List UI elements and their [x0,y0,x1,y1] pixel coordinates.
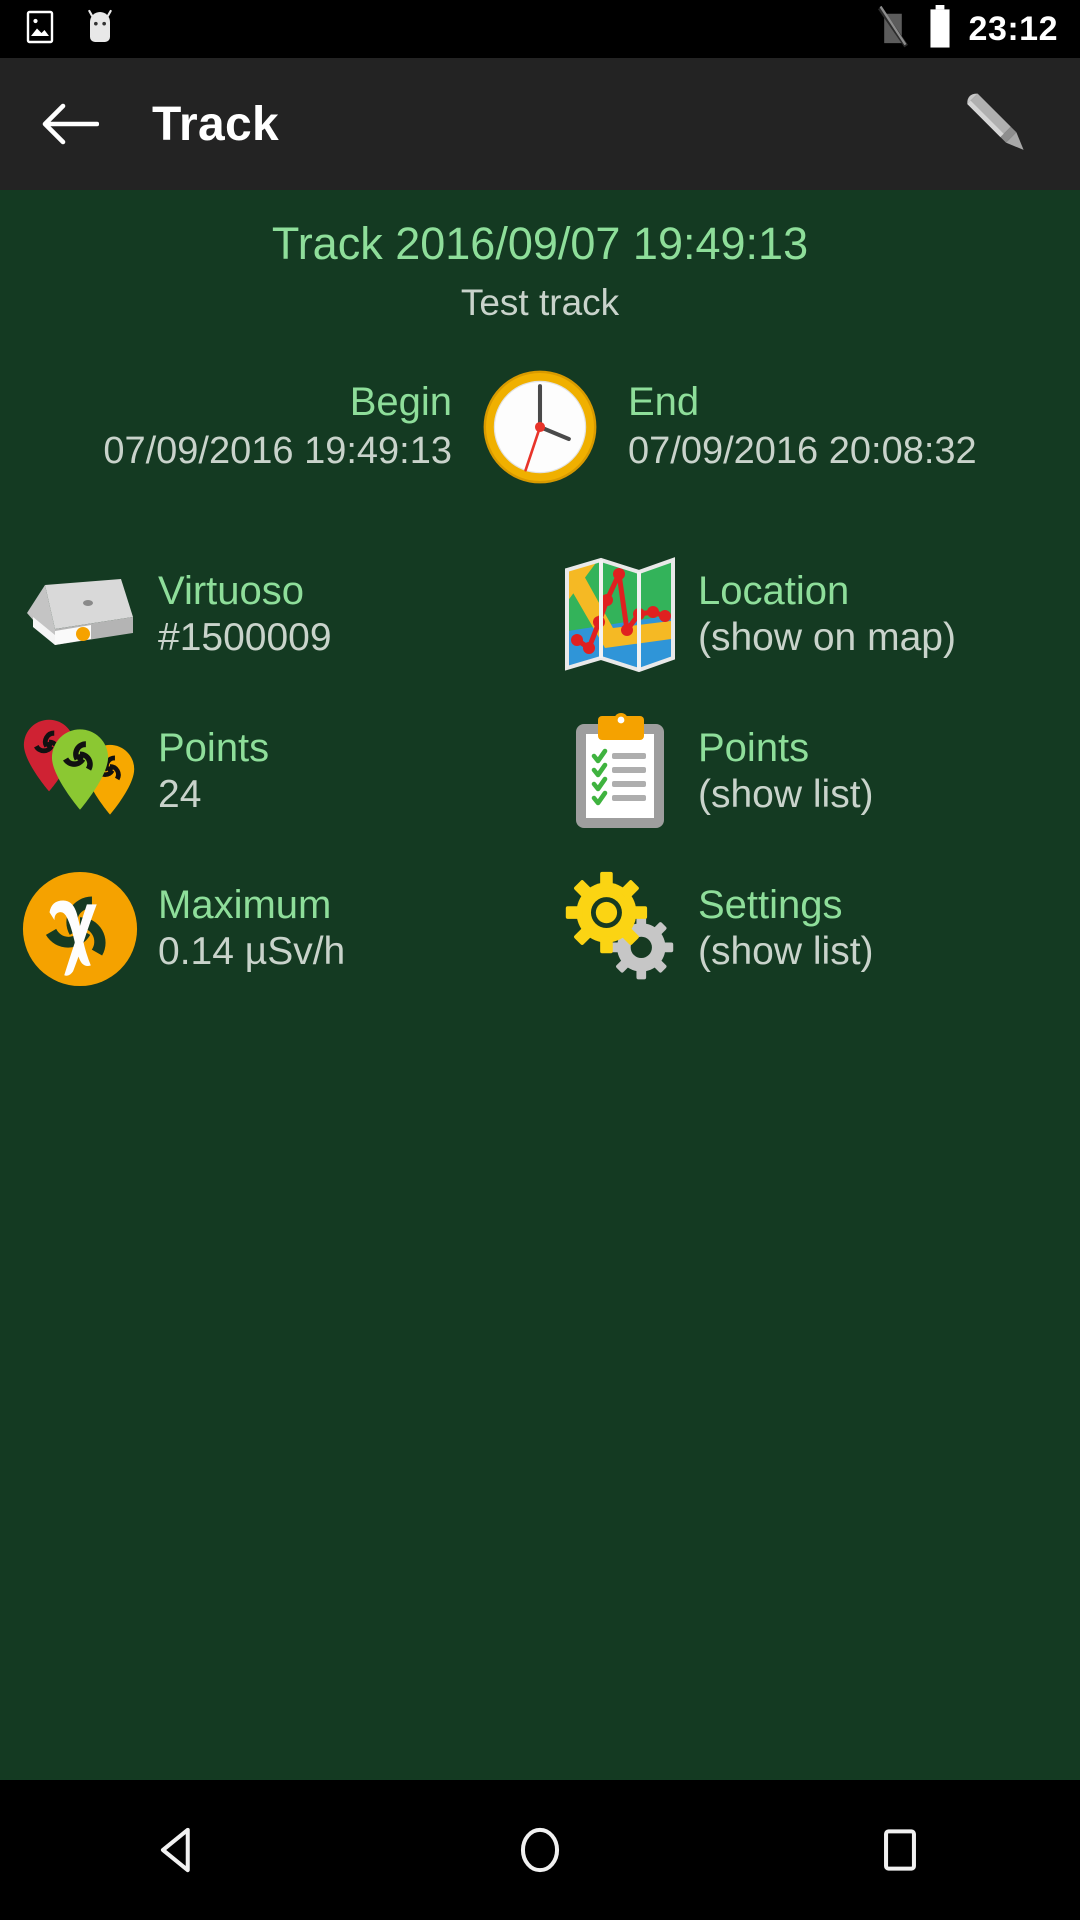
item-points-list-text: Points (show list) [698,725,874,819]
status-bar-right-icons: 23:12 [875,4,1058,54]
item-settings-value: (show list) [698,929,874,973]
begin-value: 07/09/2016 19:49:13 [103,429,452,472]
nav-home-icon[interactable] [460,1800,620,1900]
item-points-count-text: Points 24 [158,725,269,819]
item-location-text: Location (show on map) [698,568,956,662]
item-virtuoso[interactable]: Virtuoso #1500009 [0,536,540,693]
item-virtuoso-value: #1500009 [158,615,332,659]
android-mascot-icon [80,7,120,52]
item-settings[interactable]: Settings (show list) [540,850,1080,1007]
radiation-pins-icon [20,712,140,832]
grid-row: Virtuoso #1500009 Location (show on map) [0,536,1080,693]
item-points-count[interactable]: Points 24 [0,693,540,850]
item-points-list-label: Points [698,725,810,770]
clipboard-checklist-icon [560,712,680,832]
item-location-label: Location [698,568,850,613]
status-bar-clock: 23:12 [968,9,1058,48]
item-maximum-text: Maximum 0.14 µSv/h [158,882,345,976]
track-end-block: End 07/09/2016 20:08:32 [600,381,1015,474]
app-bar: Track [0,58,1080,190]
track-info-grid: Virtuoso #1500009 Location (show on map)… [0,536,1080,1007]
back-button[interactable] [40,94,100,154]
item-maximum-value: 0.14 µSv/h [158,929,346,973]
navigation-bar [0,1780,1080,1920]
image-icon [22,9,58,50]
item-settings-text: Settings (show list) [698,882,874,976]
item-virtuoso-text: Virtuoso #1500009 [158,568,332,662]
page-title: Track [152,97,279,151]
clock-icon [480,367,600,487]
track-title: Track 2016/09/07 19:49:13 [271,218,809,269]
status-bar: 23:12 [0,0,1080,58]
end-value: 07/09/2016 20:08:32 [628,429,977,472]
item-settings-label: Settings [698,882,843,927]
nav-back-icon[interactable] [100,1800,260,1900]
track-subtitle: Test track [460,282,620,324]
item-points-count-value: 24 [158,772,202,816]
gears-icon [560,869,680,989]
gamma-radiation-icon [20,869,140,989]
edit-button[interactable] [954,81,1040,167]
item-points-list-value: (show list) [698,772,874,816]
item-maximum[interactable]: Maximum 0.14 µSv/h [0,850,540,1007]
content-area: Track 2016/09/07 19:49:13 Test track Beg… [0,190,1080,1780]
begin-label: Begin [349,379,452,424]
grid-row: Points 24 Points (show list) [0,693,1080,850]
end-label: End [628,379,700,424]
item-points-count-label: Points [158,725,270,770]
hard-drive-icon [20,555,140,675]
item-points-list[interactable]: Points (show list) [540,693,1080,850]
map-icon [560,555,680,675]
no-sim-icon [875,5,911,54]
battery-icon [927,4,953,54]
track-time-row: Begin 07/09/2016 19:49:13 End 07/09/2016… [0,362,1080,492]
item-maximum-label: Maximum [158,882,332,927]
item-location-value: (show on map) [698,615,956,659]
status-bar-left-icons [22,7,120,52]
grid-row: Maximum 0.14 µSv/h Settings (show list) [0,850,1080,1007]
track-begin-block: Begin 07/09/2016 19:49:13 [65,381,480,474]
item-location[interactable]: Location (show on map) [540,536,1080,693]
nav-recents-icon[interactable] [820,1800,980,1900]
item-virtuoso-label: Virtuoso [158,568,305,613]
